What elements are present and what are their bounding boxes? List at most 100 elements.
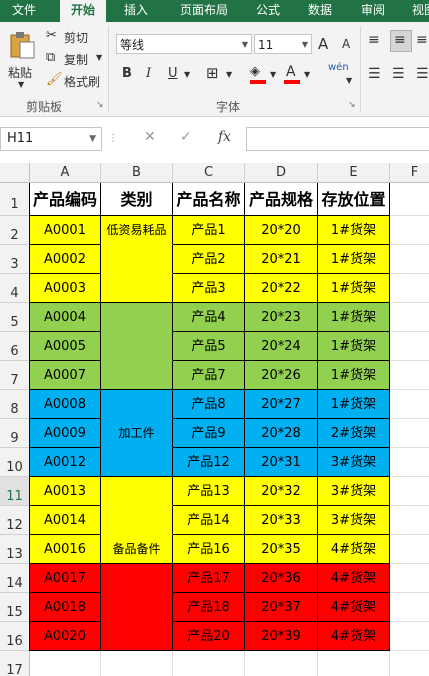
underline-dropdown-icon[interactable]: ▼ <box>184 70 190 79</box>
align-left-icon[interactable]: ☰ <box>368 66 381 82</box>
category-cell[interactable]: 备品备件 <box>101 535 173 564</box>
category-cell[interactable] <box>101 593 173 622</box>
category-cell[interactable] <box>101 390 173 419</box>
row-header-2[interactable]: 2 <box>0 216 30 245</box>
row-header-17[interactable]: 17 <box>0 651 30 676</box>
column-header-a[interactable]: A <box>30 163 101 183</box>
product-name-cell[interactable]: 产品13 <box>173 477 245 506</box>
product-spec-cell[interactable]: 20*27 <box>245 390 318 419</box>
category-cell[interactable] <box>101 274 173 303</box>
align-middle-button[interactable]: ≡ <box>390 30 412 52</box>
category-cell[interactable] <box>101 361 173 390</box>
location-cell[interactable]: 2#货架 <box>318 419 390 448</box>
product-spec-cell[interactable]: 20*33 <box>245 506 318 535</box>
category-cell[interactable] <box>101 564 173 593</box>
align-bottom-icon[interactable]: ≡ <box>416 32 428 48</box>
product-code-cell[interactable]: A0009 <box>30 419 101 448</box>
empty-cell[interactable] <box>390 506 429 535</box>
location-cell[interactable]: 1#货架 <box>318 361 390 390</box>
product-code-cell[interactable]: A0004 <box>30 303 101 332</box>
product-code-cell[interactable]: A0007 <box>30 361 101 390</box>
empty-cell[interactable] <box>390 419 429 448</box>
empty-cell[interactable] <box>390 216 429 245</box>
column-header-f[interactable]: F <box>390 163 429 183</box>
phonetic-button[interactable]: wén <box>328 62 349 73</box>
row-header-15[interactable]: 15 <box>0 593 30 622</box>
row-header-9[interactable]: 9 <box>0 419 30 448</box>
empty-cell[interactable] <box>390 651 429 676</box>
align-top-icon[interactable]: ≡ <box>368 32 380 48</box>
category-cell[interactable] <box>101 245 173 274</box>
empty-cell[interactable] <box>390 477 429 506</box>
font-size-select[interactable]: 11 ▼ <box>254 34 312 54</box>
product-spec-cell[interactable]: 20*36 <box>245 564 318 593</box>
category-cell[interactable] <box>101 303 173 332</box>
category-cell[interactable]: 加工件 <box>101 419 173 448</box>
empty-cell[interactable] <box>390 183 429 216</box>
location-cell[interactable]: 1#货架 <box>318 332 390 361</box>
clipboard-launcher-icon[interactable]: ↘ <box>96 100 104 110</box>
align-right-icon[interactable]: ☰ <box>416 66 429 82</box>
row-header-11[interactable]: 11 <box>0 477 30 506</box>
category-cell[interactable] <box>101 477 173 506</box>
product-name-cell[interactable]: 产品8 <box>173 390 245 419</box>
tab-formulas[interactable]: 公式 <box>246 0 290 22</box>
location-cell[interactable]: 4#货架 <box>318 564 390 593</box>
product-name-cell[interactable]: 产品20 <box>173 622 245 651</box>
empty-cell[interactable] <box>390 535 429 564</box>
empty-cell[interactable] <box>245 651 318 676</box>
product-code-cell[interactable]: A0017 <box>30 564 101 593</box>
empty-cell[interactable] <box>390 245 429 274</box>
copy-button[interactable]: ⧉ 复制 ▼ <box>46 50 106 68</box>
location-cell[interactable]: 4#货架 <box>318 593 390 622</box>
row-header-5[interactable]: 5 <box>0 303 30 332</box>
empty-cell[interactable] <box>390 361 429 390</box>
product-spec-cell[interactable]: 20*20 <box>245 216 318 245</box>
product-spec-cell[interactable]: 20*31 <box>245 448 318 477</box>
location-cell[interactable]: 3#货架 <box>318 477 390 506</box>
product-spec-cell[interactable]: 20*24 <box>245 332 318 361</box>
product-name-cell[interactable]: 产品17 <box>173 564 245 593</box>
column-header-e[interactable]: E <box>318 163 390 183</box>
empty-cell[interactable] <box>390 332 429 361</box>
paste-button[interactable]: 粘贴 ▼ <box>4 28 40 92</box>
empty-cell[interactable] <box>390 274 429 303</box>
header-cell[interactable]: 存放位置 <box>318 183 390 216</box>
product-spec-cell[interactable]: 20*37 <box>245 593 318 622</box>
font-family-select[interactable]: 等线 ▼ <box>116 34 252 54</box>
header-cell[interactable]: 产品规格 <box>245 183 318 216</box>
location-cell[interactable]: 4#货架 <box>318 622 390 651</box>
header-cell[interactable]: 产品编码 <box>30 183 101 216</box>
product-name-cell[interactable]: 产品5 <box>173 332 245 361</box>
name-box[interactable]: H11 ▼ <box>0 127 102 151</box>
phonetic-dropdown-icon[interactable]: ▼ <box>346 76 352 85</box>
product-name-cell[interactable]: 产品16 <box>173 535 245 564</box>
category-cell[interactable] <box>101 506 173 535</box>
cancel-icon[interactable]: ✕ <box>144 129 156 145</box>
tab-home[interactable]: 开始 <box>60 0 106 22</box>
column-header-c[interactable]: C <box>173 163 245 183</box>
row-header-3[interactable]: 3 <box>0 245 30 274</box>
product-name-cell[interactable]: 产品12 <box>173 448 245 477</box>
category-cell[interactable]: 低资易耗品 <box>101 216 173 245</box>
font-launcher-icon[interactable]: ↘ <box>348 100 356 110</box>
bold-button[interactable]: B <box>122 66 132 81</box>
fill-dropdown-icon[interactable]: ▼ <box>270 70 276 79</box>
product-name-cell[interactable]: 产品18 <box>173 593 245 622</box>
header-cell[interactable]: 类别 <box>101 183 173 216</box>
empty-cell[interactable] <box>390 622 429 651</box>
cut-button[interactable]: ✂ 剪切 <box>46 28 106 46</box>
product-spec-cell[interactable]: 20*28 <box>245 419 318 448</box>
row-header-8[interactable]: 8 <box>0 390 30 419</box>
column-header-b[interactable]: B <box>101 163 173 183</box>
location-cell[interactable]: 3#货架 <box>318 448 390 477</box>
product-code-cell[interactable]: A0014 <box>30 506 101 535</box>
product-spec-cell[interactable]: 20*39 <box>245 622 318 651</box>
product-name-cell[interactable]: 产品7 <box>173 361 245 390</box>
category-cell[interactable] <box>101 448 173 477</box>
row-header-4[interactable]: 4 <box>0 274 30 303</box>
empty-cell[interactable] <box>30 651 101 676</box>
formula-input[interactable] <box>246 127 429 151</box>
select-all-corner[interactable] <box>0 163 30 183</box>
category-cell[interactable] <box>101 622 173 651</box>
